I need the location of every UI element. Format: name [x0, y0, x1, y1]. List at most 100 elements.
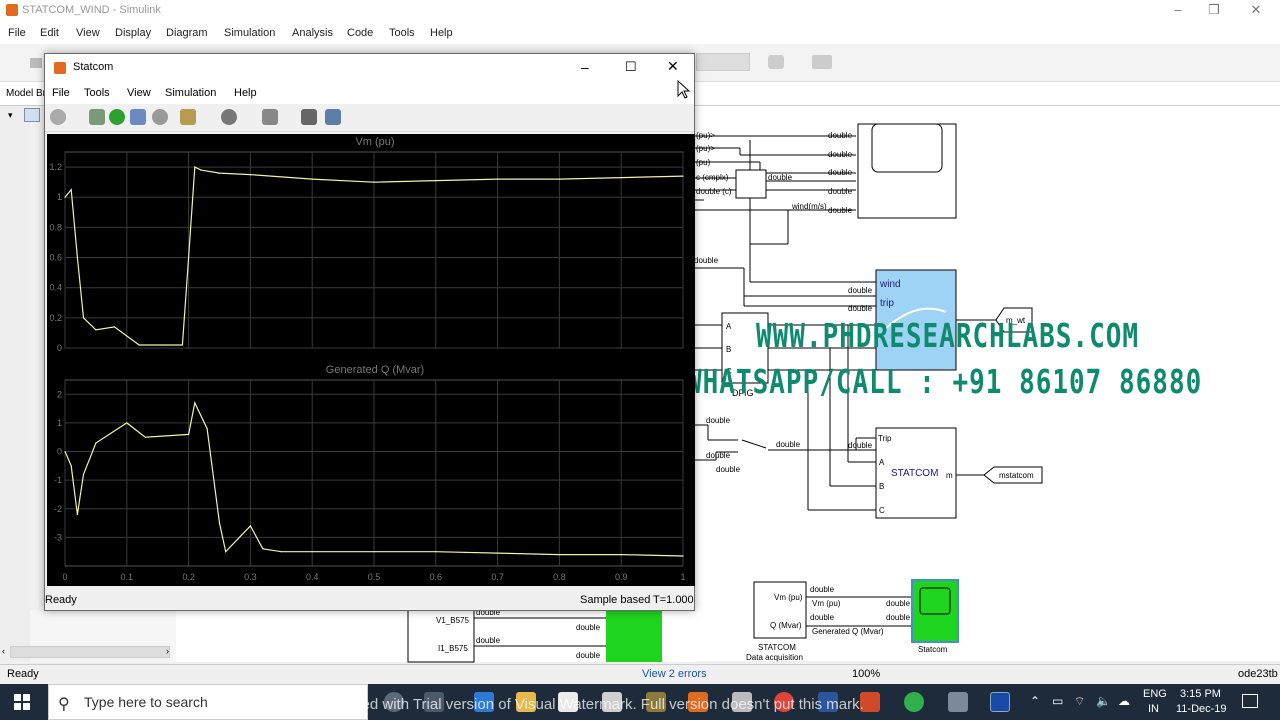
search-icon: ⚲	[58, 696, 70, 713]
chart-1-point-1	[70, 465, 72, 467]
scope-plot-area[interactable]: Vm (pu) Generated Q (Mvar) 0 0.2 0.4 0.6 0.8…	[47, 134, 695, 586]
highlight-icon[interactable]	[180, 109, 196, 125]
label-pu1: (pu)>	[696, 131, 715, 140]
autoscale-icon[interactable]	[262, 109, 278, 125]
chart-1-point-9	[206, 428, 208, 430]
chart-0-point-3	[82, 317, 85, 319]
chart-1-point-19	[558, 553, 560, 556]
stop-icon[interactable]	[152, 109, 168, 125]
maximize-icon[interactable]: ☐	[625, 59, 637, 75]
scope-menu-view[interactable]: View	[127, 87, 151, 99]
taskbar-search-input[interactable]: Type here to search	[84, 694, 208, 710]
label-trip-in: Trip	[878, 434, 892, 443]
chart-1-point-20	[620, 553, 622, 556]
x-tick-label: 0.6	[430, 572, 443, 582]
scope-status-ready: Ready	[45, 594, 77, 606]
label-i1: I1_B575	[438, 644, 468, 653]
network-icon[interactable]: ⌔	[1074, 694, 1085, 709]
label-acq-1: STATCOM	[758, 643, 796, 652]
chart-q-group: 0 0.1 0.2 0.3 0.4 0.5 0.6 0.7 0.8 0.9 1 -3 -2 -1 0 1 2	[54, 379, 686, 582]
label-pu3: (pu)	[696, 158, 711, 167]
label-double-22: double	[576, 651, 601, 660]
chart-0-point-2	[76, 256, 78, 259]
label-statcom-a: A	[879, 458, 885, 467]
chart-0-point-6	[138, 344, 140, 346]
app-icon-4[interactable]	[948, 692, 968, 712]
label-pu2: (pu)>	[696, 144, 715, 153]
chart-1-point-17	[435, 551, 437, 553]
chart-0-point-11	[200, 169, 202, 171]
scope-menu-file[interactable]: File	[52, 87, 70, 99]
language-line1[interactable]: ENG	[1143, 688, 1167, 700]
status-solver: ode23tb	[1238, 668, 1278, 680]
language-line2[interactable]: IN	[1148, 703, 1159, 715]
zoom-icon[interactable]	[221, 109, 237, 125]
clock-time[interactable]: 3:15 PM	[1180, 688, 1221, 700]
label-double-18: double	[886, 613, 911, 622]
watermark-whatsapp: WHATSAPP/CALL : +91 86107 86880	[686, 364, 1203, 402]
chart-0-point-4	[95, 329, 97, 331]
x-tick-label: 0.7	[491, 572, 504, 582]
whatsapp-icon[interactable]	[904, 692, 924, 712]
y-tick-label: 0.2	[49, 313, 62, 323]
label-double-15: double	[810, 585, 835, 594]
chart-1-point-18	[497, 552, 499, 554]
y-tick-label: -3	[54, 532, 62, 542]
triggers-icon[interactable]	[301, 109, 317, 125]
measure-icon[interactable]	[325, 109, 341, 125]
windows-start-icon[interactable]	[14, 694, 30, 710]
simulink-status-bar	[0, 664, 1280, 684]
y-tick-label: 1	[57, 192, 62, 202]
run-icon[interactable]	[109, 109, 125, 125]
chart-title-vm: Vm (pu)	[355, 136, 394, 148]
chart-0-point-14	[311, 178, 313, 180]
chart-0-point-12	[218, 172, 221, 174]
label-vm-in: Vm (pu)	[774, 593, 803, 602]
scope-menu-simulation[interactable]: Simulation	[165, 87, 216, 99]
status-errors-link[interactable]: View 2 errors	[642, 668, 707, 680]
step-forward-icon[interactable]	[130, 109, 146, 125]
minimize-icon[interactable]: –	[581, 59, 589, 75]
clock-date[interactable]: 11-Dec-19	[1176, 703, 1227, 715]
label-q-in: Q (Mvar)	[770, 621, 802, 630]
y-tick-label: 0	[57, 447, 62, 457]
label-double-6: double	[828, 206, 853, 215]
x-tick-label: 0.2	[182, 572, 195, 582]
label-v1: V1_B575	[436, 616, 469, 625]
chart-1-point-11	[225, 551, 227, 553]
status-zoom: 100%	[852, 668, 881, 680]
chart-0-point-7	[163, 344, 165, 346]
label-double-4: double	[768, 173, 793, 182]
notifications-icon[interactable]	[1242, 694, 1258, 708]
battery-icon[interactable]: ▭	[1052, 694, 1063, 708]
onedrive-icon[interactable]: ☁	[1118, 694, 1130, 708]
app-icon-5[interactable]	[990, 692, 1010, 712]
chart-1-point-5	[126, 422, 128, 424]
label-double-10: double	[706, 416, 731, 425]
status-ready: Ready	[7, 668, 39, 680]
close-icon[interactable]: ✕	[667, 58, 679, 75]
tray-chevron-up-icon[interactable]: ⌃	[1030, 694, 1040, 708]
scope-status-time: T=1.000	[653, 594, 694, 606]
y-tick-label: -2	[54, 504, 62, 514]
label-double-21: double	[576, 623, 601, 632]
scope-status-sample: Sample based	[580, 594, 651, 606]
watermark-trial-notice: Protected with Trial version of Visual W…	[314, 696, 864, 713]
chart-0-point-17	[497, 178, 499, 180]
label-wind-in: wind	[879, 279, 901, 290]
chart-0-point-1	[70, 189, 72, 191]
scope-menu-tools[interactable]: Tools	[84, 87, 110, 99]
scope-menu-help[interactable]: Help	[234, 87, 257, 99]
mouse-cursor-icon	[677, 80, 691, 99]
volume-icon[interactable]: 🔈	[1096, 694, 1111, 708]
label-dfig-b: B	[726, 345, 731, 354]
label-vm-out: Vm (pu)	[812, 599, 841, 608]
settings-icon[interactable]	[50, 109, 66, 125]
step-back-icon[interactable]	[89, 109, 105, 125]
x-tick-label: 1	[680, 572, 685, 582]
label-double-5: double	[828, 187, 853, 196]
label-statcom-block: STATCOM	[891, 468, 938, 479]
y-tick-label: -1	[54, 475, 62, 485]
label-double-17: double	[886, 599, 911, 608]
chart-0-point-19	[620, 177, 622, 179]
